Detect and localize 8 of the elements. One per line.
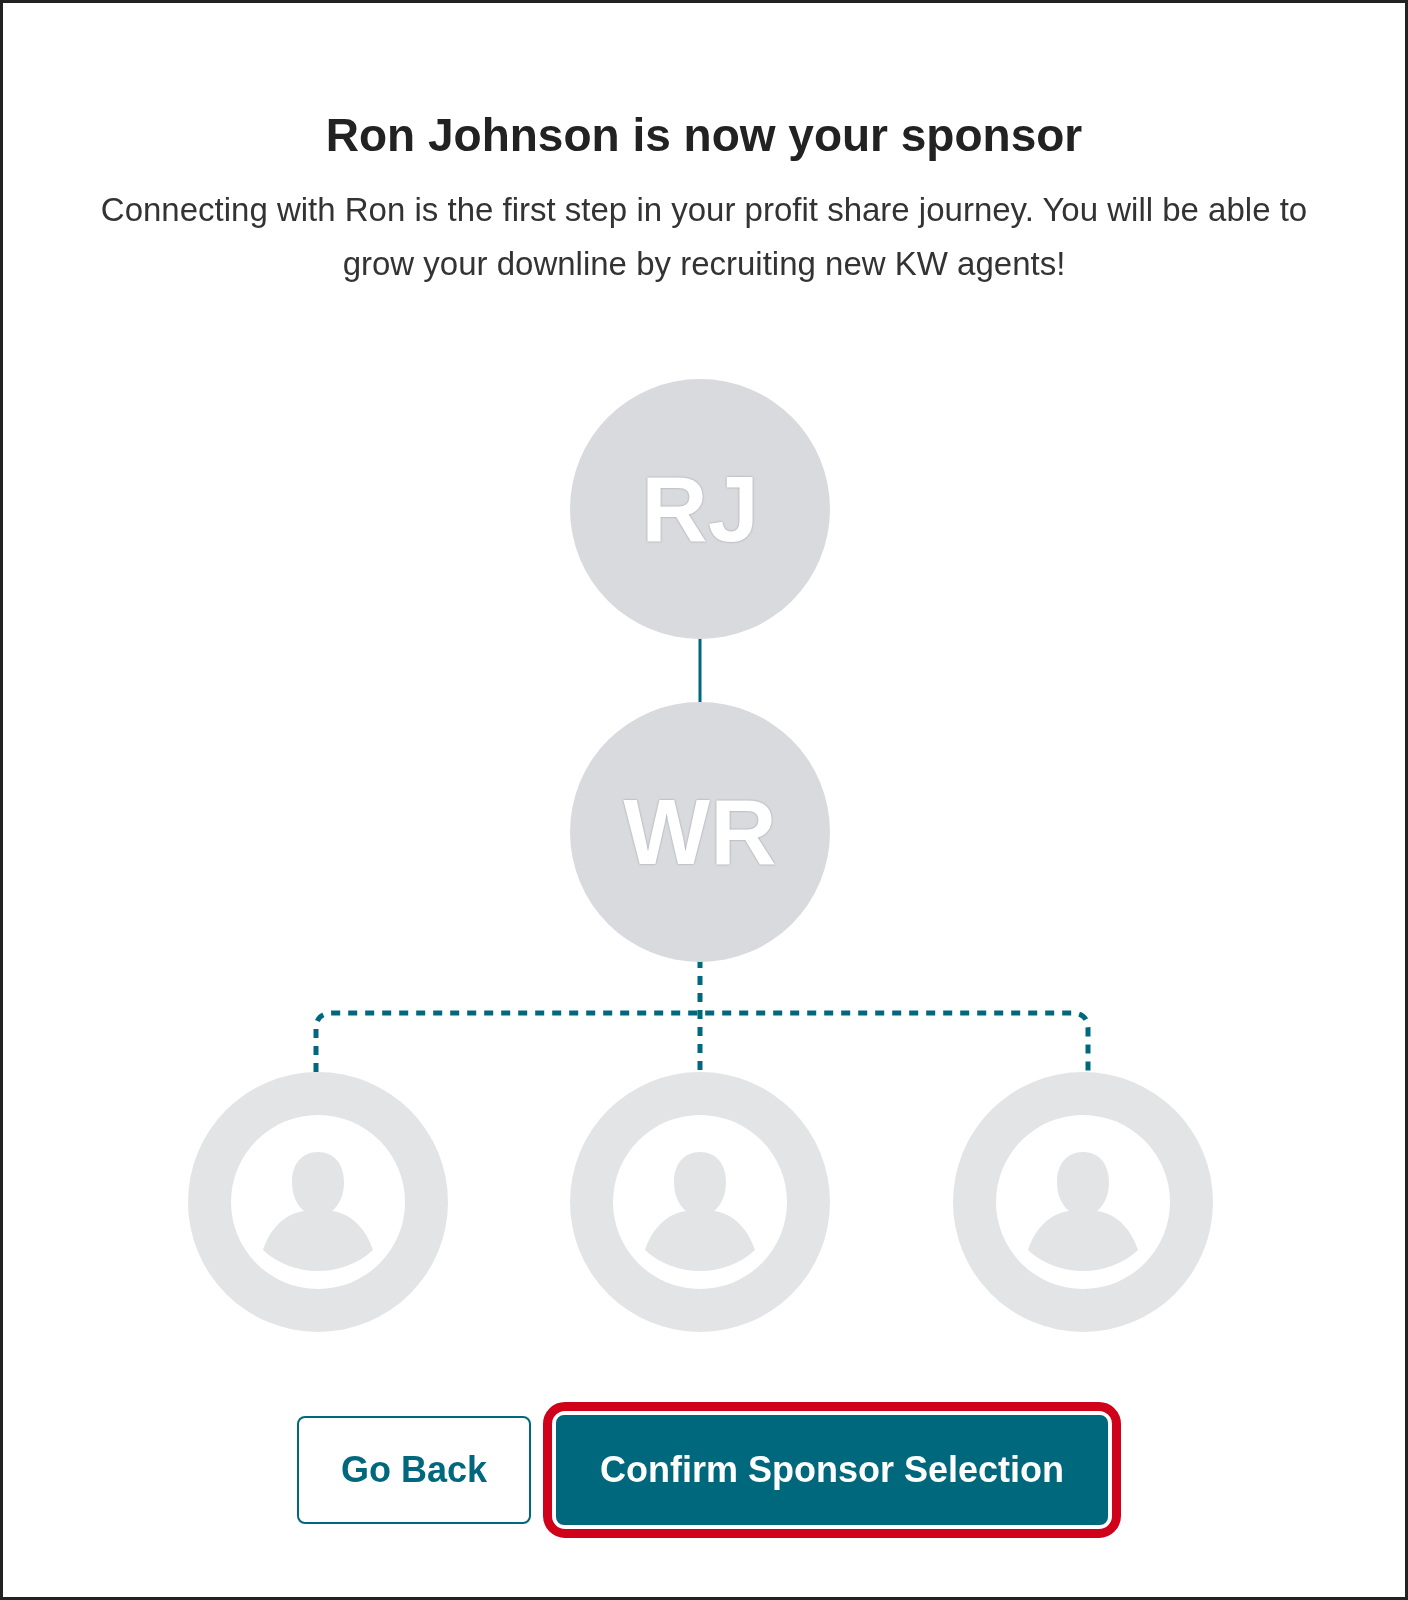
connector-line [697,636,703,705]
person-placeholder-icon [188,1071,448,1332]
description-text: Connecting with Ron is the first step in your profit share journey. You will be able to grow your downline by recruiting new KW agents! [99,189,1309,284]
page-title: Ron Johnson is now your sponsor [325,108,1083,163]
confirm-button[interactable]: Confirm Sponsor Selection [556,1414,1109,1525]
back-button[interactable]: Go Back [296,1415,531,1524]
person-placeholder-icon [953,1071,1213,1332]
person-placeholder-icon [570,1071,830,1332]
